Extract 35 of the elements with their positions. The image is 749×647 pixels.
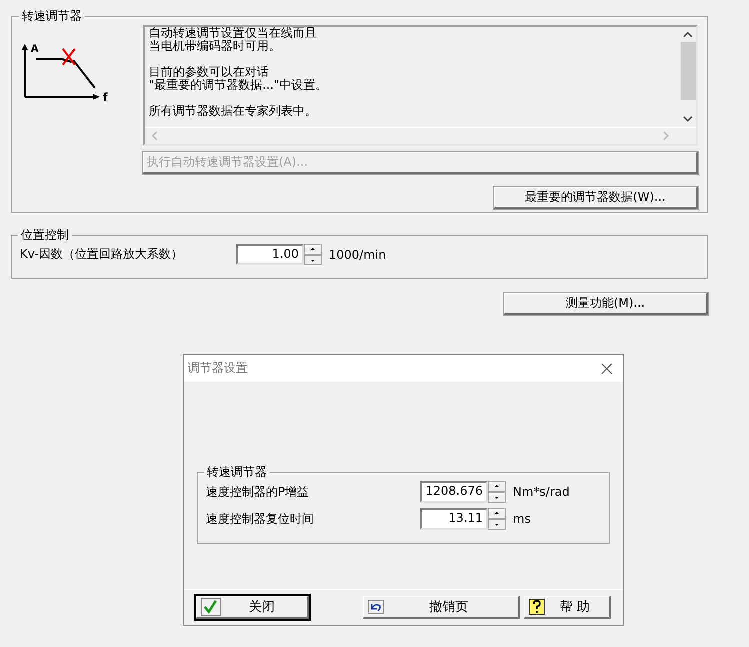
spin-buttons[interactable]	[304, 244, 322, 265]
field-label: 速度控制器复位时间	[206, 510, 315, 528]
undo-icon	[368, 600, 384, 614]
unit-label: 1000/min	[329, 248, 386, 262]
controller-data-button[interactable]: 最重要的调节器数据(W)...	[494, 187, 698, 209]
group-title: 位置控制	[20, 227, 70, 244]
info-text-area[interactable]: 自动转速调节设置仅当在线而且 当电机带编码器时可用。 目前的参数可以在对话 "最重要的调节器数据..."中设置。 所有调节器数据在专家列表中。	[143, 25, 698, 146]
axis-label: A	[31, 44, 39, 55]
number-field[interactable]: 1208.676	[420, 481, 488, 503]
unit-label: ms	[513, 512, 531, 526]
group-title: 转速调节器	[21, 8, 83, 25]
number-field[interactable]: 13.11	[420, 508, 488, 530]
group-title: 转速调节器	[206, 464, 268, 481]
spin-buttons[interactable]	[488, 508, 506, 530]
info-text-line: 目前的参数可以在对话	[149, 66, 270, 79]
number-field[interactable]: 1.00	[236, 244, 304, 265]
check-icon	[201, 598, 221, 616]
scroll-up-icon[interactable]	[683, 31, 693, 39]
axis-label: f	[103, 91, 108, 101]
info-text-line: 当电机带编码器时可用。	[149, 40, 282, 53]
dialog-button[interactable]: 关闭	[196, 596, 309, 619]
dialog-button[interactable]: 撤销页	[362, 596, 520, 619]
close-icon[interactable]	[601, 362, 613, 374]
info-text-line: "最重要的调节器数据..."中设置。	[149, 79, 328, 92]
dialog-title: 调节器设置	[188, 360, 248, 377]
help-icon	[529, 599, 546, 615]
field-label: Kv-因数（位置回路放大系数）	[20, 246, 184, 263]
unit-label: Nm*s/rad	[513, 485, 570, 499]
info-text-line: 所有调节器数据在专家列表中。	[149, 105, 318, 118]
field-label: 速度控制器的P增益	[206, 484, 310, 500]
measure-button[interactable]: 测量功能(M)...	[504, 293, 708, 315]
dialog-button[interactable]: 帮 助	[524, 596, 611, 619]
spin-buttons[interactable]	[488, 481, 506, 503]
scroll-down-icon[interactable]	[683, 115, 693, 123]
info-text-line: 自动转速调节设置仅当在线而且	[149, 27, 318, 40]
